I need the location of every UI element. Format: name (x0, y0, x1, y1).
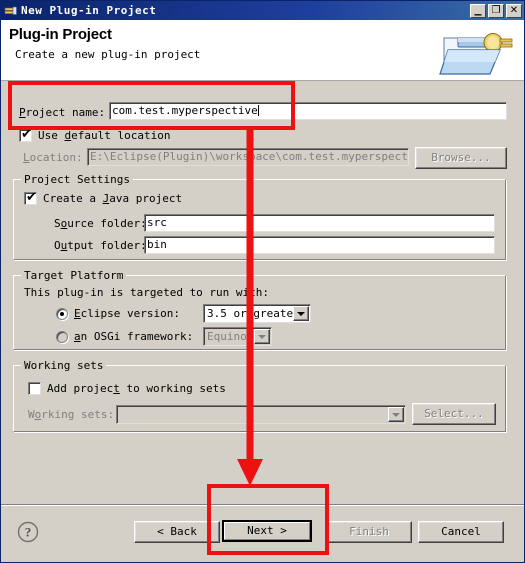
close-button[interactable]: ✕ (506, 3, 522, 18)
plugin-folder-icon (438, 24, 516, 78)
source-folder-label: Source folder: (54, 217, 147, 230)
osgi-framework-combo[interactable]: Equinox (203, 327, 272, 346)
target-platform-title: Target Platform (21, 269, 127, 282)
output-folder-label: Output folder: (54, 239, 147, 252)
title-bar: New Plug-in Project _ ❐ ✕ (1, 1, 524, 20)
svg-text:?: ? (25, 525, 32, 540)
next-button-label: Next > (224, 522, 310, 540)
output-folder-input[interactable]: bin (144, 236, 495, 254)
project-name-label: Project name: (19, 106, 106, 119)
eclipse-version-label: Eclipse version: (74, 307, 180, 320)
help-question-icon[interactable]: ? (17, 521, 39, 543)
select-working-sets-button[interactable]: Select... (412, 403, 496, 425)
radio-dot (60, 311, 64, 316)
minimize-icon: _ (474, 0, 482, 16)
text-caret (257, 105, 259, 116)
working-sets-title: Working sets (21, 359, 107, 372)
project-name-value: com.test.myperspective (112, 104, 258, 117)
working-sets-group: Working sets Add project to working sets… (13, 359, 507, 433)
osgi-framework-radio[interactable]: an OSGi framework: (56, 330, 193, 343)
maximize-icon: ❐ (491, 4, 501, 16)
output-folder-row: Output folder: (54, 239, 147, 252)
use-default-location-checkbox[interactable]: ✔ Use default location (19, 127, 171, 142)
eclipse-version-combo[interactable]: 3.5 or greater (203, 304, 311, 323)
window-title: New Plug-in Project (21, 4, 157, 17)
create-java-project-checkbox[interactable]: ✔ Create a Java project (24, 190, 183, 205)
osgi-framework-value: Equinox (207, 330, 254, 343)
cancel-button[interactable]: Cancel (418, 521, 504, 543)
checkbox-box: ✔ (24, 190, 37, 205)
back-button[interactable]: < Back (134, 521, 220, 543)
location-label: Location: (23, 151, 83, 164)
eclipse-version-value: 3.5 or greater (207, 307, 293, 320)
minimize-button[interactable]: _ (470, 0, 486, 18)
plugin-icon (4, 4, 18, 17)
location-row: Location: (23, 151, 83, 164)
wizard-header: Plug-in Project Create a new plug-in pro… (1, 20, 524, 81)
project-settings-group: Project Settings ✔ Create a Java project… (13, 173, 507, 261)
radio-circle (56, 330, 68, 343)
radio-circle (56, 307, 68, 320)
location-value: E:\Eclipse(Plugin)\workspace\com.test.my… (90, 150, 409, 163)
output-folder-value: bin (147, 238, 167, 251)
working-sets-row: Working sets: (28, 408, 114, 421)
chevron-down-icon[interactable] (388, 407, 404, 422)
close-icon: ✕ (509, 4, 519, 16)
next-button[interactable]: Next > (222, 520, 312, 542)
add-to-working-sets-checkbox[interactable]: Add project to working sets (28, 382, 226, 395)
wizard-content: Project name: com.test.myperspective ✔ U… (1, 81, 524, 485)
finish-button[interactable]: Finish (326, 521, 412, 543)
checkbox-box: ✔ (19, 127, 32, 142)
working-sets-label: Working sets: (28, 408, 115, 421)
eclipse-version-radio[interactable]: Eclipse version: (56, 307, 180, 320)
osgi-framework-label: an OSGi framework: (74, 330, 194, 343)
add-to-working-sets-label: Add project to working sets (47, 382, 226, 395)
use-default-location-label: Use default location (38, 129, 171, 142)
check-tick-icon: ✔ (26, 190, 37, 205)
project-name-input[interactable]: com.test.myperspective (109, 102, 507, 120)
create-java-project-label: Create a Java project (43, 192, 183, 205)
chevron-down-icon[interactable] (254, 329, 270, 344)
dialog-window: New Plug-in Project _ ❐ ✕ Plug-in Projec… (0, 0, 525, 563)
chevron-down-icon[interactable] (293, 306, 309, 321)
target-platform-description: This plug-in is targeted to run with: (24, 286, 270, 299)
source-folder-input[interactable]: src (144, 214, 495, 232)
source-folder-row: Source folder: (54, 217, 147, 230)
working-sets-combo[interactable] (116, 405, 406, 424)
dialog-footer: ? < Back Next > Finish Cancel (1, 504, 524, 562)
browse-button[interactable]: Browse... (415, 147, 507, 169)
source-folder-value: src (147, 216, 167, 229)
check-tick-icon: ✔ (21, 127, 32, 142)
location-input[interactable]: E:\Eclipse(Plugin)\workspace\com.test.my… (87, 148, 409, 166)
target-platform-group: Target Platform This plug-in is targeted… (13, 269, 507, 351)
maximize-button[interactable]: ❐ (488, 3, 504, 18)
checkbox-box (28, 382, 41, 395)
project-settings-title: Project Settings (21, 173, 133, 186)
project-name-row: Project name: (19, 106, 105, 119)
